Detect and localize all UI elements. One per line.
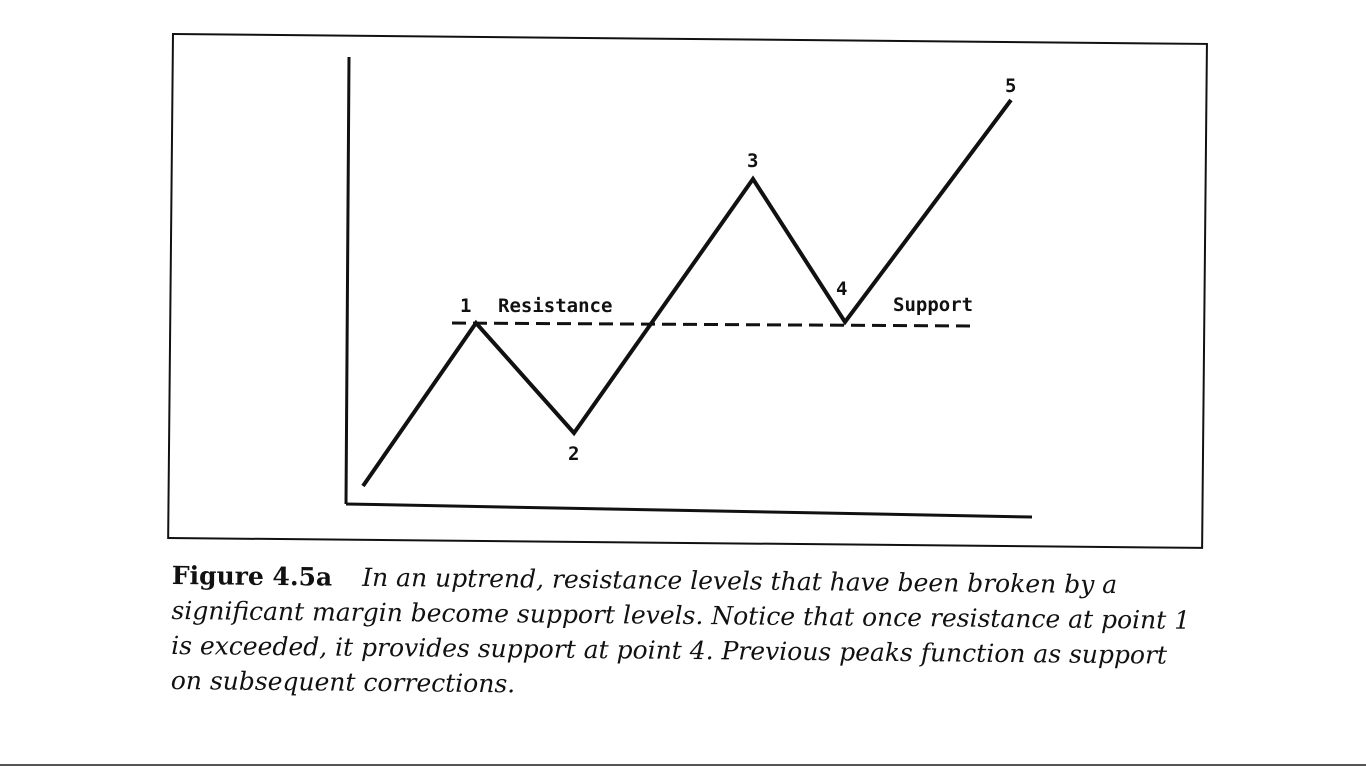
uptrend-diagram: 1 2 3 4 5 Resistance Support <box>344 56 1033 519</box>
x-axis <box>345 502 1033 519</box>
support-label: Support <box>893 294 973 316</box>
point-label-2: 2 <box>568 443 579 465</box>
point-label-3: 3 <box>747 150 758 172</box>
figure-caption: Figure 4.5a In an uptrend, resistance lev… <box>171 558 1202 708</box>
page-bottom-rule <box>0 764 1366 766</box>
y-axis <box>344 56 351 505</box>
price-path <box>361 98 1013 488</box>
resistance-support-line <box>451 321 973 328</box>
point-label-4: 4 <box>836 278 847 300</box>
point-label-1: 1 <box>460 295 471 317</box>
resistance-label: Resistance <box>498 295 612 317</box>
figure-number: Figure 4.5a <box>171 560 333 592</box>
point-label-5: 5 <box>1005 75 1016 97</box>
